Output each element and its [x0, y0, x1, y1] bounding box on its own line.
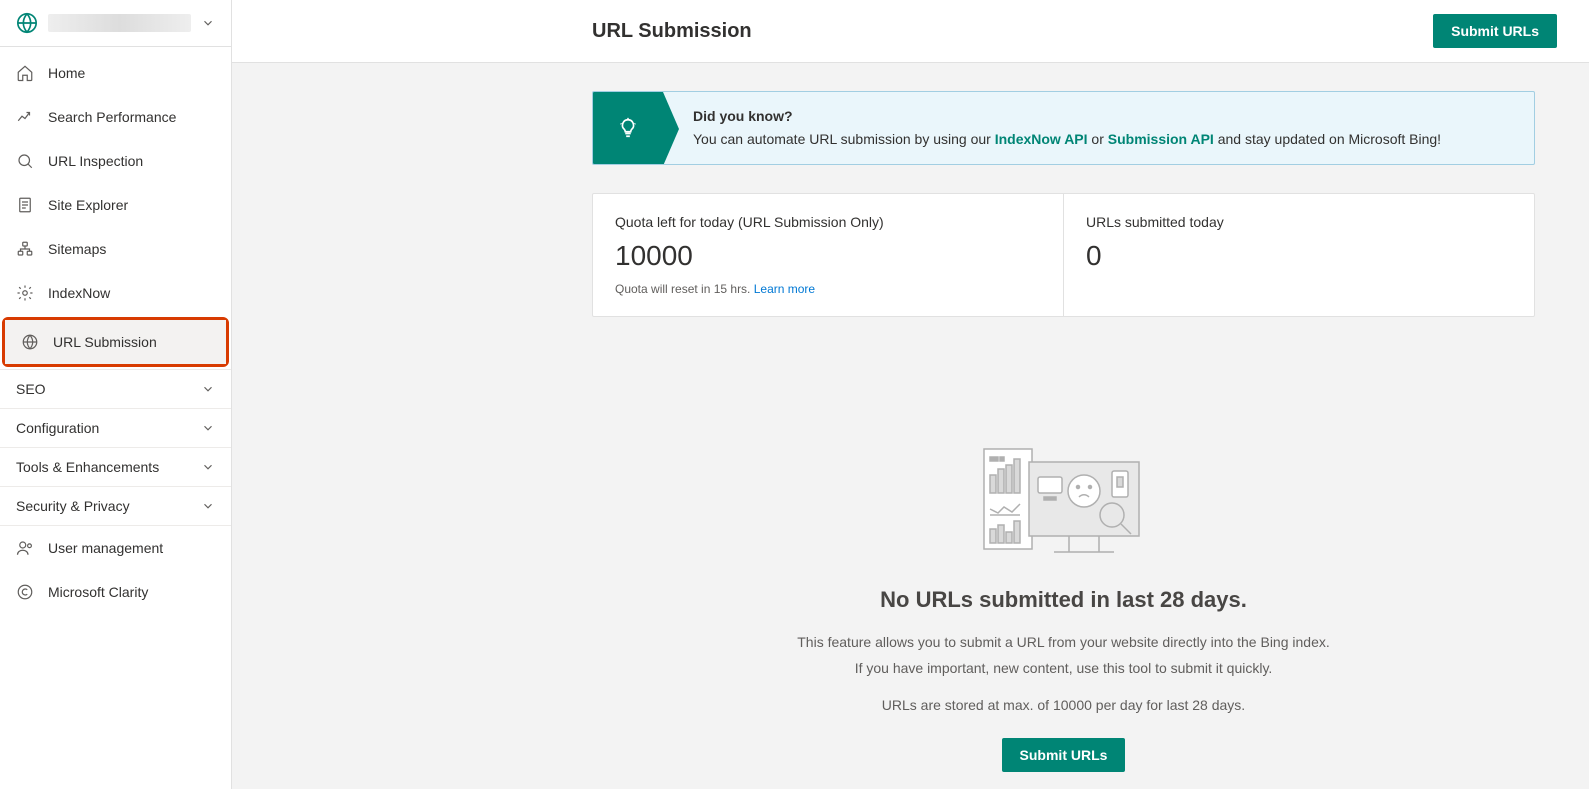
sidebar-item-home[interactable]: Home [0, 51, 231, 95]
globe-icon [21, 333, 39, 351]
clarity-icon [16, 583, 34, 601]
empty-line3: URLs are stored at max. of 10000 per day… [592, 694, 1535, 716]
banner-text: You can automate URL submission by using… [693, 129, 1441, 150]
chevron-down-icon [201, 421, 215, 435]
section-label: Tools & Enhancements [16, 459, 159, 475]
sidebar-item-label: Site Explorer [48, 197, 128, 213]
submit-urls-button-empty[interactable]: Submit URLs [1002, 738, 1126, 772]
highlight-annotation: URL Submission [2, 317, 229, 367]
sidebar-item-indexnow[interactable]: IndexNow [0, 271, 231, 315]
sidebar-section-configuration[interactable]: Configuration [0, 408, 231, 447]
empty-line1: This feature allows you to submit a URL … [592, 631, 1535, 653]
home-icon [16, 64, 34, 82]
empty-state: No URLs submitted in last 28 days. This … [592, 437, 1535, 772]
submitted-value: 0 [1086, 240, 1512, 272]
nav: Home Search Performance URL Inspection S… [0, 47, 231, 614]
quota-value: 10000 [615, 240, 1041, 272]
page-header: URL Submission Submit URLs [232, 0, 1589, 63]
sidebar-item-label: Microsoft Clarity [48, 584, 148, 600]
sidebar-item-url-inspection[interactable]: URL Inspection [0, 139, 231, 183]
section-label: Security & Privacy [16, 498, 130, 514]
site-name-placeholder [48, 14, 191, 32]
stats-row: Quota left for today (URL Submission Onl… [592, 193, 1535, 317]
submission-api-link[interactable]: Submission API [1108, 131, 1214, 147]
sidebar-item-label: Search Performance [48, 109, 176, 125]
document-icon [16, 196, 34, 214]
submitted-card: URLs submitted today 0 [1064, 194, 1534, 316]
empty-line2: If you have important, new content, use … [592, 657, 1535, 679]
gear-icon [16, 284, 34, 302]
sidebar-section-seo[interactable]: SEO [0, 369, 231, 408]
content: Did you know? You can automate URL submi… [232, 63, 1589, 789]
banner-icon-wrap [593, 92, 663, 164]
users-icon [16, 539, 34, 557]
chevron-down-icon [201, 460, 215, 474]
empty-illustration [974, 437, 1154, 557]
sitemap-icon [16, 240, 34, 258]
submit-urls-button[interactable]: Submit URLs [1433, 14, 1557, 48]
sidebar-item-label: Sitemaps [48, 241, 106, 257]
sidebar-item-label: URL Inspection [48, 153, 143, 169]
chevron-down-icon [201, 382, 215, 396]
page-title: URL Submission [592, 20, 752, 43]
chevron-down-icon [201, 16, 215, 30]
quota-label: Quota left for today (URL Submission Onl… [615, 214, 1041, 230]
learn-more-link[interactable]: Learn more [754, 282, 815, 296]
globe-icon [16, 12, 38, 34]
section-label: Configuration [16, 420, 99, 436]
lightbulb-icon [617, 117, 639, 139]
sidebar-item-site-explorer[interactable]: Site Explorer [0, 183, 231, 227]
trend-icon [16, 108, 34, 126]
banner-body: Did you know? You can automate URL submi… [663, 92, 1461, 164]
indexnow-api-link[interactable]: IndexNow API [995, 131, 1088, 147]
banner-title: Did you know? [693, 106, 1441, 127]
sidebar-item-clarity[interactable]: Microsoft Clarity [0, 570, 231, 614]
sidebar-section-tools[interactable]: Tools & Enhancements [0, 447, 231, 486]
sidebar-item-sitemaps[interactable]: Sitemaps [0, 227, 231, 271]
sidebar-section-security[interactable]: Security & Privacy [0, 486, 231, 525]
sidebar-item-search-performance[interactable]: Search Performance [0, 95, 231, 139]
submitted-label: URLs submitted today [1086, 214, 1512, 230]
chevron-down-icon [201, 499, 215, 513]
sidebar-item-label: URL Submission [53, 334, 157, 350]
section-label: SEO [16, 381, 46, 397]
sidebar-item-label: IndexNow [48, 285, 110, 301]
quota-card: Quota left for today (URL Submission Onl… [593, 194, 1064, 316]
quota-hint: Quota will reset in 15 hrs. Learn more [615, 282, 1041, 296]
sidebar-item-label: User management [48, 540, 163, 556]
search-icon [16, 152, 34, 170]
info-banner: Did you know? You can automate URL submi… [592, 91, 1535, 165]
sidebar-item-user-management[interactable]: User management [0, 525, 231, 570]
sidebar: Home Search Performance URL Inspection S… [0, 0, 232, 789]
empty-heading: No URLs submitted in last 28 days. [592, 587, 1535, 613]
sidebar-item-url-submission[interactable]: URL Submission [5, 320, 226, 364]
sidebar-item-label: Home [48, 65, 85, 81]
main: URL Submission Submit URLs Did you know?… [232, 0, 1589, 789]
site-selector[interactable] [0, 0, 231, 47]
